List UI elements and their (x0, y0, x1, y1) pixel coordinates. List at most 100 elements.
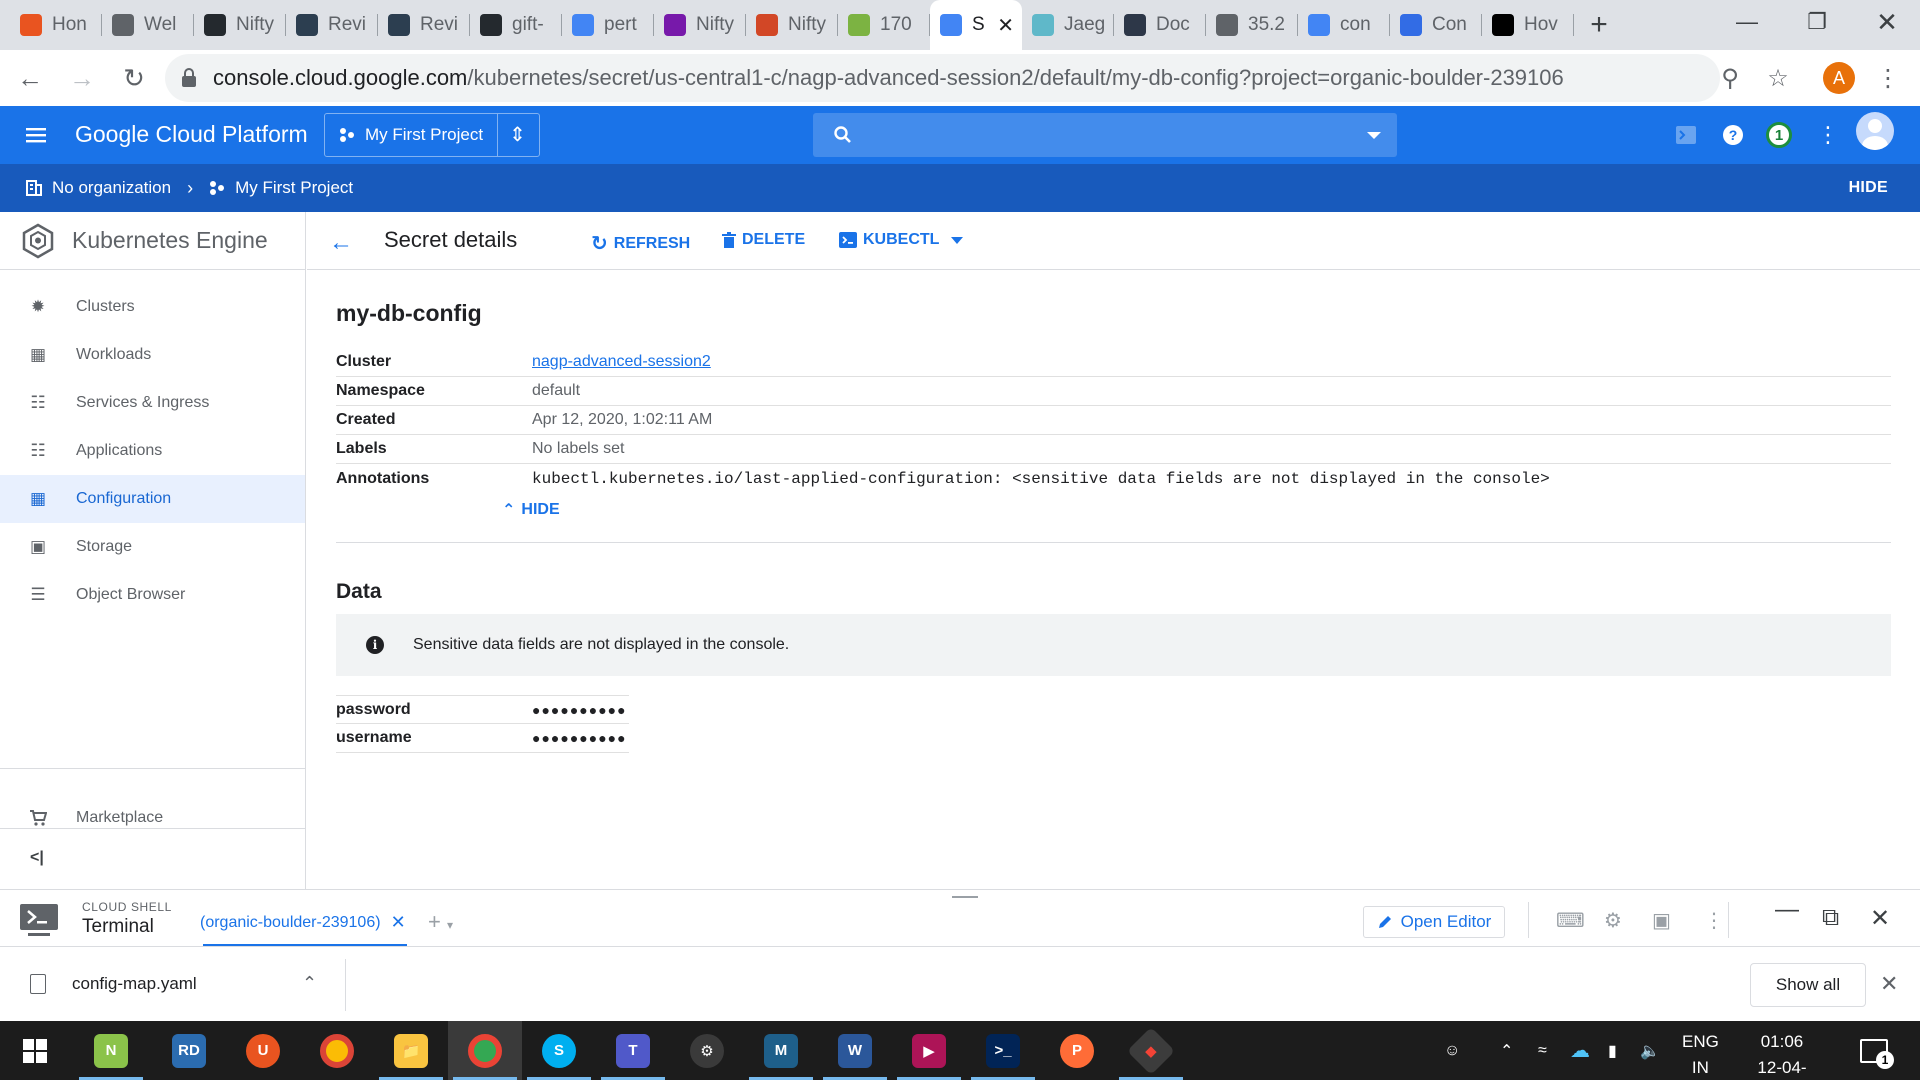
sidebar-item-workloads[interactable]: ▦ Workloads (0, 331, 305, 379)
browser-tab[interactable]: Wel (102, 0, 194, 50)
taskbar-gear-app-icon[interactable]: ⚙ (670, 1021, 744, 1080)
search-input[interactable] (813, 113, 1397, 157)
more-options-icon[interactable]: ⋮ (1817, 120, 1839, 150)
minimize-button[interactable]: — (1712, 0, 1782, 44)
forward-button[interactable]: → (60, 56, 104, 100)
start-button[interactable] (0, 1021, 70, 1080)
close-shell-icon[interactable]: ✕ (1870, 904, 1890, 933)
browser-tab[interactable]: con (1298, 0, 1390, 50)
hide-breadcrumb-button[interactable]: HIDE (1849, 179, 1888, 197)
project-selector[interactable]: My First Project ⇕ (324, 113, 540, 157)
sidebar-item-services-ingress[interactable]: ☷ Services & Ingress (0, 379, 305, 427)
taskbar-teams-icon[interactable]: T (596, 1021, 670, 1080)
browser-tab[interactable]: 35.2 (1206, 0, 1298, 50)
sidebar-item-configuration[interactable]: ▦ Configuration (0, 475, 305, 523)
wifi-icon[interactable]: ≈ (1538, 1021, 1547, 1080)
keyboard-icon[interactable]: ⌨ (1556, 908, 1585, 933)
taskbar-mysql-workbench-icon[interactable]: M (744, 1021, 818, 1080)
download-item[interactable]: config-map.yaml (30, 974, 197, 994)
taskbar-skype-icon[interactable]: S (522, 1021, 596, 1080)
sidebar-item-clusters[interactable]: ✹ Clusters (0, 283, 305, 331)
taskbar-chrome-profile-icon[interactable] (448, 1021, 522, 1080)
browser-tab[interactable]: Con (1390, 0, 1482, 50)
hamburger-menu-icon[interactable] (24, 123, 48, 147)
zoom-icon[interactable]: ⚲ (1710, 50, 1750, 106)
language-indicator[interactable]: ENG IN (1682, 1029, 1719, 1080)
browser-tab[interactable]: Revi (378, 0, 470, 50)
taskbar-notepadpp-icon[interactable]: N (74, 1021, 148, 1080)
battery-icon[interactable]: ▮ (1608, 1021, 1617, 1080)
reload-button[interactable]: ↻ (112, 56, 156, 100)
taskbar-file-explorer-icon[interactable]: 📁 (374, 1021, 448, 1080)
taskbar-video-icon[interactable]: ▶ (892, 1021, 966, 1080)
back-button[interactable]: ← (8, 56, 52, 100)
bookmark-star-icon[interactable]: ☆ (1758, 50, 1798, 106)
taskbar-git-icon[interactable]: ◆ (1114, 1021, 1188, 1080)
back-arrow-icon[interactable]: ← (329, 229, 353, 257)
minimize-shell-icon[interactable]: — (1775, 896, 1799, 924)
open-editor-button[interactable]: Open Editor (1363, 906, 1505, 938)
cluster-link[interactable]: nagp-advanced-session2 (532, 353, 711, 371)
taskbar-remote-desktop-icon[interactable]: RD (152, 1021, 226, 1080)
hide-annotations-button[interactable]: ⌃ HIDE (502, 500, 560, 520)
more-vert-icon[interactable]: ⋮ (1704, 908, 1724, 933)
chevron-up-icon[interactable]: ⌃ (302, 973, 317, 994)
browser-tab[interactable]: 170 (838, 0, 930, 50)
open-new-window-icon[interactable]: ⧉ (1822, 904, 1839, 932)
system-clock[interactable]: 01:06 12-04-2020 (1740, 1029, 1824, 1080)
settings-gear-icon[interactable]: ⚙ (1604, 908, 1622, 933)
search-dropdown-icon[interactable] (1367, 132, 1381, 139)
sidebar-item-marketplace[interactable]: Marketplace (0, 794, 305, 842)
browser-tab[interactable]: Jaeg (1022, 0, 1114, 50)
taskbar-postman-icon[interactable]: P (1040, 1021, 1114, 1080)
help-icon[interactable]: ? (1719, 120, 1747, 150)
collapse-sidebar-icon[interactable]: <| (30, 849, 44, 867)
onedrive-icon[interactable]: ☁ (1570, 1021, 1590, 1080)
gcp-brand[interactable]: Google Cloud Platform (75, 121, 308, 148)
sidebar-item-object-browser[interactable]: ☰ Object Browser (0, 571, 305, 619)
kubectl-button[interactable]: KUBECTL (839, 231, 964, 249)
browser-tab[interactable]: Nifty (654, 0, 746, 50)
people-icon[interactable]: ☺ (1444, 1021, 1460, 1080)
breadcrumb-organization[interactable]: No organization (26, 178, 171, 198)
browser-tab[interactable]: Revi (286, 0, 378, 50)
profile-button[interactable]: A (1819, 50, 1859, 106)
breadcrumb-project[interactable]: My First Project (209, 178, 353, 198)
address-bar[interactable]: console.cloud.google.com/kubernetes/secr… (165, 54, 1720, 102)
browser-tab[interactable]: Nifty (194, 0, 286, 50)
close-window-button[interactable]: ✕ (1852, 0, 1920, 44)
browser-tab[interactable]: Hov (1482, 0, 1574, 50)
chrome-menu-icon[interactable]: ⋮ (1868, 50, 1908, 106)
show-all-button[interactable]: Show all (1750, 963, 1866, 1007)
close-download-bar-icon[interactable]: ✕ (1880, 971, 1898, 997)
web-preview-icon[interactable]: ▣ (1652, 908, 1671, 933)
shell-session-tab[interactable]: (organic-boulder-239106) ✕ (200, 912, 406, 933)
onenote-icon (664, 14, 686, 36)
close-tab-icon[interactable]: ✕ (391, 912, 406, 933)
sidebar-item-applications[interactable]: ☷ Applications (0, 427, 305, 475)
volume-icon[interactable]: 🔈 (1640, 1021, 1660, 1080)
cloud-shell-icon[interactable] (1672, 120, 1700, 150)
user-avatar[interactable] (1856, 112, 1894, 150)
sidebar-item-storage[interactable]: ▣ Storage (0, 523, 305, 571)
resize-handle[interactable] (952, 896, 978, 898)
maximize-button[interactable]: ❐ (1782, 0, 1852, 44)
browser-tab[interactable]: Doc (1114, 0, 1206, 50)
browser-tab[interactable]: gift- (470, 0, 562, 50)
new-tab-button[interactable]: + (1574, 0, 1624, 50)
close-tab-icon[interactable]: ✕ (997, 13, 1014, 38)
delete-button[interactable]: DELETE (722, 231, 805, 249)
notifications-icon[interactable]: 1 (1764, 120, 1794, 150)
action-center-icon[interactable]: 1 (1860, 1021, 1894, 1080)
browser-tab[interactable]: Nifty (746, 0, 838, 50)
taskbar-word-icon[interactable]: W (818, 1021, 892, 1080)
taskbar-ubuntu-icon[interactable]: U (226, 1021, 300, 1080)
browser-tab[interactable]: S ✕ (930, 0, 1022, 50)
taskbar-powershell-icon[interactable]: >_ (966, 1021, 1040, 1080)
taskbar-chrome-icon[interactable] (300, 1021, 374, 1080)
browser-tab[interactable]: pert (562, 0, 654, 50)
show-hidden-icons[interactable]: ⌃ (1500, 1021, 1513, 1080)
add-session-button[interactable]: + ▾ (428, 909, 453, 935)
browser-tab[interactable]: Hon (10, 0, 102, 50)
refresh-button[interactable]: ↻ REFRESH (591, 231, 690, 256)
